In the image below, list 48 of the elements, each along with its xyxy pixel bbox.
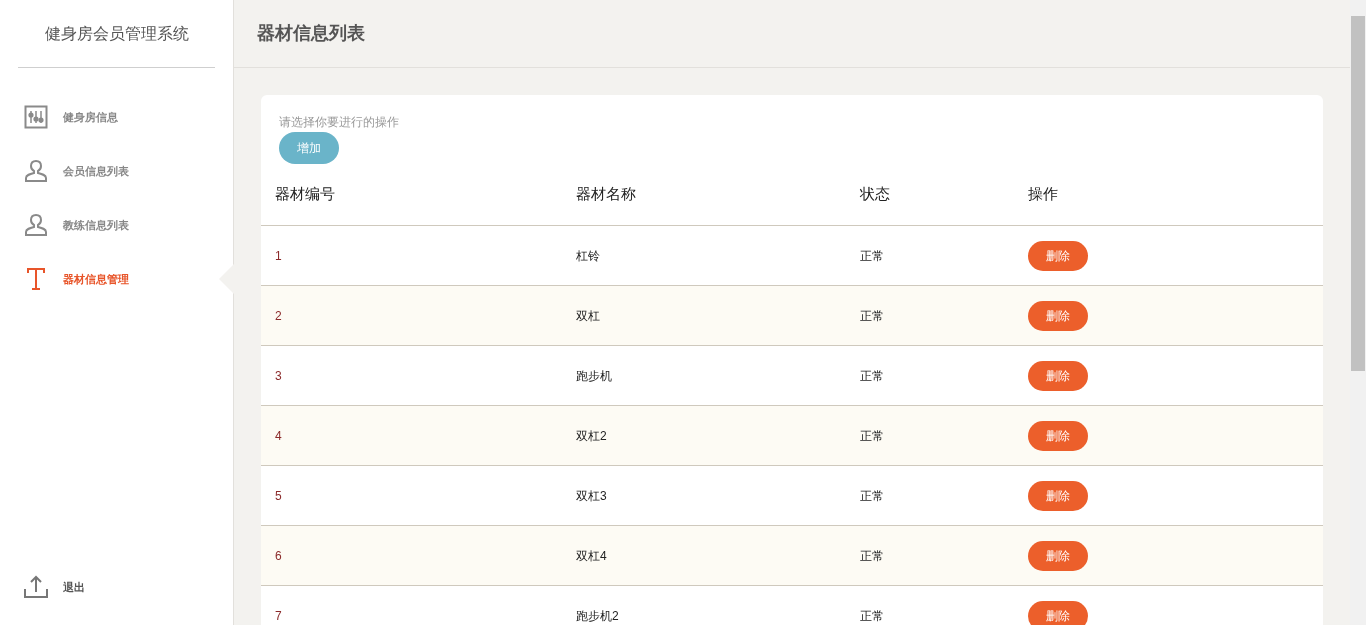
user-icon [24, 159, 48, 183]
table-cell-text: 双杠2 [576, 427, 607, 445]
delete-button[interactable]: 删除 [1028, 540, 1088, 571]
table-cell-text: 正常 [860, 607, 884, 625]
table-cell-text: 3 [275, 367, 282, 385]
table-cell-text: 6 [275, 547, 282, 565]
delete-button[interactable]: 删除 [1028, 300, 1088, 331]
add-button[interactable]: 增加 [279, 132, 339, 164]
table-cell-text: 正常 [860, 427, 884, 445]
column-header: 器材名称 [576, 184, 636, 205]
page-title: 器材信息列表 [257, 22, 365, 45]
table-cell-text: 正常 [860, 307, 884, 325]
logout-link[interactable]: 退出 [63, 578, 85, 596]
table-cell-text: 双杠 [576, 307, 600, 325]
table-cell-text: 正常 [860, 547, 884, 565]
table-cell-text: 5 [275, 487, 282, 505]
table-cell-text: 杠铃 [576, 247, 600, 265]
table-cell-text: 跑步机 [576, 367, 612, 385]
nav-item[interactable]: 器材信息管理 [0, 252, 233, 306]
delete-button[interactable]: 删除 [1028, 360, 1088, 391]
table-cell-text: 2 [275, 307, 282, 325]
delete-button[interactable]: 删除 [1028, 480, 1088, 511]
sliders-icon [24, 105, 48, 129]
upload-icon [24, 575, 48, 599]
scrollbar-thumb[interactable] [1351, 16, 1365, 371]
column-header: 器材编号 [275, 184, 335, 205]
hint-text: 请选择你要进行的操作 [279, 114, 399, 131]
table-cell-text: 跑步机2 [576, 607, 619, 625]
table-cell-text: 正常 [860, 367, 884, 385]
table-cell-text: 双杠4 [576, 547, 607, 565]
delete-button[interactable]: 删除 [1028, 240, 1088, 271]
table-cell-text: 7 [275, 607, 282, 625]
delete-button[interactable]: 删除 [1028, 420, 1088, 451]
delete-button[interactable]: 删除 [1028, 600, 1088, 625]
letter-t-icon [27, 268, 45, 290]
nav-item[interactable]: 健身房信息 [0, 90, 233, 144]
table-cell-text: 正常 [860, 247, 884, 265]
nav-item[interactable]: 教练信息列表 [0, 198, 233, 252]
user-icon [24, 213, 48, 237]
table-cell-text: 1 [275, 247, 282, 265]
column-header: 状态 [860, 184, 890, 205]
app-title: 健身房会员管理系统 [44, 23, 189, 44]
nav-item[interactable]: 会员信息列表 [0, 144, 233, 198]
table-cell-text: 正常 [860, 487, 884, 505]
column-header: 操作 [1028, 184, 1058, 205]
table-cell-text: 4 [275, 427, 282, 445]
table-cell-text: 双杠3 [576, 487, 607, 505]
selection-notch [219, 264, 234, 294]
